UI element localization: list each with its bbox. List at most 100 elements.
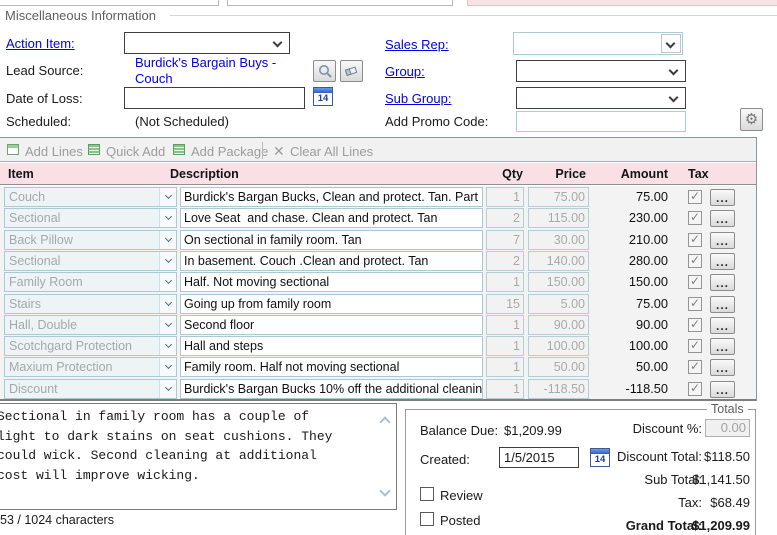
qty-input[interactable]: 1 xyxy=(486,187,524,207)
description-input[interactable]: Love Seat and chase. Clean and protect. … xyxy=(180,208,483,228)
grid-bottom-border xyxy=(0,399,756,401)
item-select-arrow xyxy=(159,316,176,334)
discount-pct-input[interactable]: 0.00 xyxy=(705,419,750,437)
qty-input[interactable]: 2 xyxy=(486,208,524,228)
description-input[interactable]: Hall and steps xyxy=(180,336,483,356)
description-input[interactable]: Going up from family room xyxy=(180,294,483,314)
description-input[interactable]: Burdick's Bargan Bucks 10% off the addit… xyxy=(180,379,483,399)
item-select[interactable]: Hall, Double xyxy=(4,315,177,335)
date-of-loss-input[interactable] xyxy=(124,87,305,109)
price-input[interactable]: 90.00 xyxy=(528,315,589,335)
group-link[interactable]: Group: xyxy=(385,64,425,79)
toolbar-separator xyxy=(262,142,263,159)
row-detail-button[interactable]: ... xyxy=(710,317,735,334)
tax-checkbox[interactable]: ✓ xyxy=(688,211,702,225)
sub-group-link[interactable]: Sub Group: xyxy=(385,91,452,106)
tax-checkbox[interactable]: ✓ xyxy=(688,318,702,332)
description-input[interactable]: In basement. Couch .Clean and protect. T… xyxy=(180,251,483,271)
add-lines-button[interactable]: Add Lines xyxy=(25,144,83,160)
lead-source-search-button[interactable] xyxy=(313,60,336,82)
add-package-button[interactable]: Add Package xyxy=(191,144,268,160)
review-checkbox[interactable] xyxy=(420,487,434,501)
amount-value: 230.00 xyxy=(592,208,668,228)
action-item-select[interactable] xyxy=(124,32,290,54)
balance-due-value: $1,209.99 xyxy=(504,423,562,438)
item-select[interactable]: Family Room xyxy=(4,272,177,292)
tax-checkbox[interactable]: ✓ xyxy=(688,190,702,204)
price-input[interactable]: 140.00 xyxy=(528,251,589,271)
calendar-icon[interactable]: 14 xyxy=(313,87,333,106)
row-detail-button[interactable]: ... xyxy=(710,232,735,249)
item-select[interactable]: Sectional xyxy=(4,251,177,271)
amount-value: 150.00 xyxy=(592,272,668,292)
tax-checkbox[interactable]: ✓ xyxy=(688,360,702,374)
group-select[interactable] xyxy=(516,60,686,82)
qty-input[interactable]: 1 xyxy=(486,272,524,292)
row-detail-button[interactable]: ... xyxy=(710,338,735,355)
scroll-down-icon[interactable] xyxy=(379,485,390,496)
lead-source-clear-button[interactable] xyxy=(340,60,363,82)
action-item-link[interactable]: Action Item: xyxy=(6,36,75,51)
description-input[interactable]: Second floor xyxy=(180,315,483,335)
description-input[interactable]: Family room. Half not moving sectional xyxy=(180,357,483,377)
item-select[interactable]: Maxium Protection xyxy=(4,357,177,377)
posted-checkbox[interactable] xyxy=(420,512,434,526)
promo-settings-button[interactable]: ⚙ xyxy=(740,108,763,131)
tax-checkbox[interactable]: ✓ xyxy=(688,297,702,311)
scroll-up-icon[interactable] xyxy=(379,416,390,427)
qty-input[interactable]: 7 xyxy=(486,230,524,250)
qty-input[interactable]: 2 xyxy=(486,251,524,271)
price-input[interactable]: 75.00 xyxy=(528,187,589,207)
price-input[interactable]: 5.00 xyxy=(528,294,589,314)
row-detail-button[interactable]: ... xyxy=(710,381,735,398)
item-select[interactable]: Back Pillow xyxy=(4,230,177,250)
qty-input[interactable]: 15 xyxy=(486,294,524,314)
clear-all-lines-button[interactable]: Clear All Lines xyxy=(290,144,373,160)
gear-icon: ⚙ xyxy=(745,112,758,127)
chevron-down-icon xyxy=(273,38,283,48)
price-input[interactable]: 150.00 xyxy=(528,272,589,292)
qty-input[interactable]: 1 xyxy=(486,357,524,377)
qty-input[interactable]: 1 xyxy=(486,379,524,399)
row-detail-button[interactable]: ... xyxy=(710,253,735,270)
price-input[interactable]: 115.00 xyxy=(528,208,589,228)
sales-rep-link[interactable]: Sales Rep: xyxy=(385,37,449,52)
price-input[interactable]: 30.00 xyxy=(528,230,589,250)
row-detail-button[interactable]: ... xyxy=(710,359,735,376)
description-input[interactable]: On sectional in family room. Tan xyxy=(180,230,483,250)
description-input[interactable]: Burdick's Bargan Bucks, Clean and protec… xyxy=(180,187,483,207)
sales-rep-select[interactable] xyxy=(513,32,683,55)
row-detail-button[interactable]: ... xyxy=(710,274,735,291)
price-input[interactable]: 100.00 xyxy=(528,336,589,356)
notes-textarea[interactable]: Sectional in family room has a couple of… xyxy=(0,403,397,510)
table-row: Maxium ProtectionFamily room. Half not m… xyxy=(0,357,756,377)
row-detail-button[interactable]: ... xyxy=(710,296,735,313)
row-detail-button[interactable]: ... xyxy=(710,210,735,227)
notes-text: Sectional in family room has a couple of… xyxy=(0,407,374,485)
row-detail-button[interactable]: ... xyxy=(710,189,735,206)
tax-checkbox[interactable]: ✓ xyxy=(688,339,702,353)
qty-input[interactable]: 1 xyxy=(486,336,524,356)
quick-add-button[interactable]: Quick Add xyxy=(106,144,165,160)
tax-checkbox[interactable]: ✓ xyxy=(688,382,702,396)
table-row: Back PillowOn sectional in family room. … xyxy=(0,230,756,250)
item-select-arrow xyxy=(159,295,176,313)
qty-input[interactable]: 1 xyxy=(486,315,524,335)
item-select[interactable]: Scotchgard Protection xyxy=(4,336,177,356)
sub-total-value: $1,141.50 xyxy=(646,472,750,487)
promo-code-input[interactable] xyxy=(516,111,686,132)
tax-checkbox[interactable]: ✓ xyxy=(688,254,702,268)
description-input[interactable]: Half. Not moving sectional xyxy=(180,272,483,292)
lead-source-label: Lead Source: xyxy=(6,63,83,78)
price-input[interactable]: -118.50 xyxy=(528,379,589,399)
item-select-arrow xyxy=(159,273,176,291)
item-select[interactable]: Discount xyxy=(4,379,177,399)
sub-group-select[interactable] xyxy=(516,87,686,109)
item-select[interactable]: Couch xyxy=(4,187,177,207)
tax-checkbox[interactable]: ✓ xyxy=(688,233,702,247)
tax-checkbox[interactable]: ✓ xyxy=(688,275,702,289)
price-input[interactable]: 50.00 xyxy=(528,357,589,377)
item-select[interactable]: Sectional xyxy=(4,208,177,228)
check-icon: ✓ xyxy=(690,319,700,329)
item-select[interactable]: Stairs xyxy=(4,294,177,314)
